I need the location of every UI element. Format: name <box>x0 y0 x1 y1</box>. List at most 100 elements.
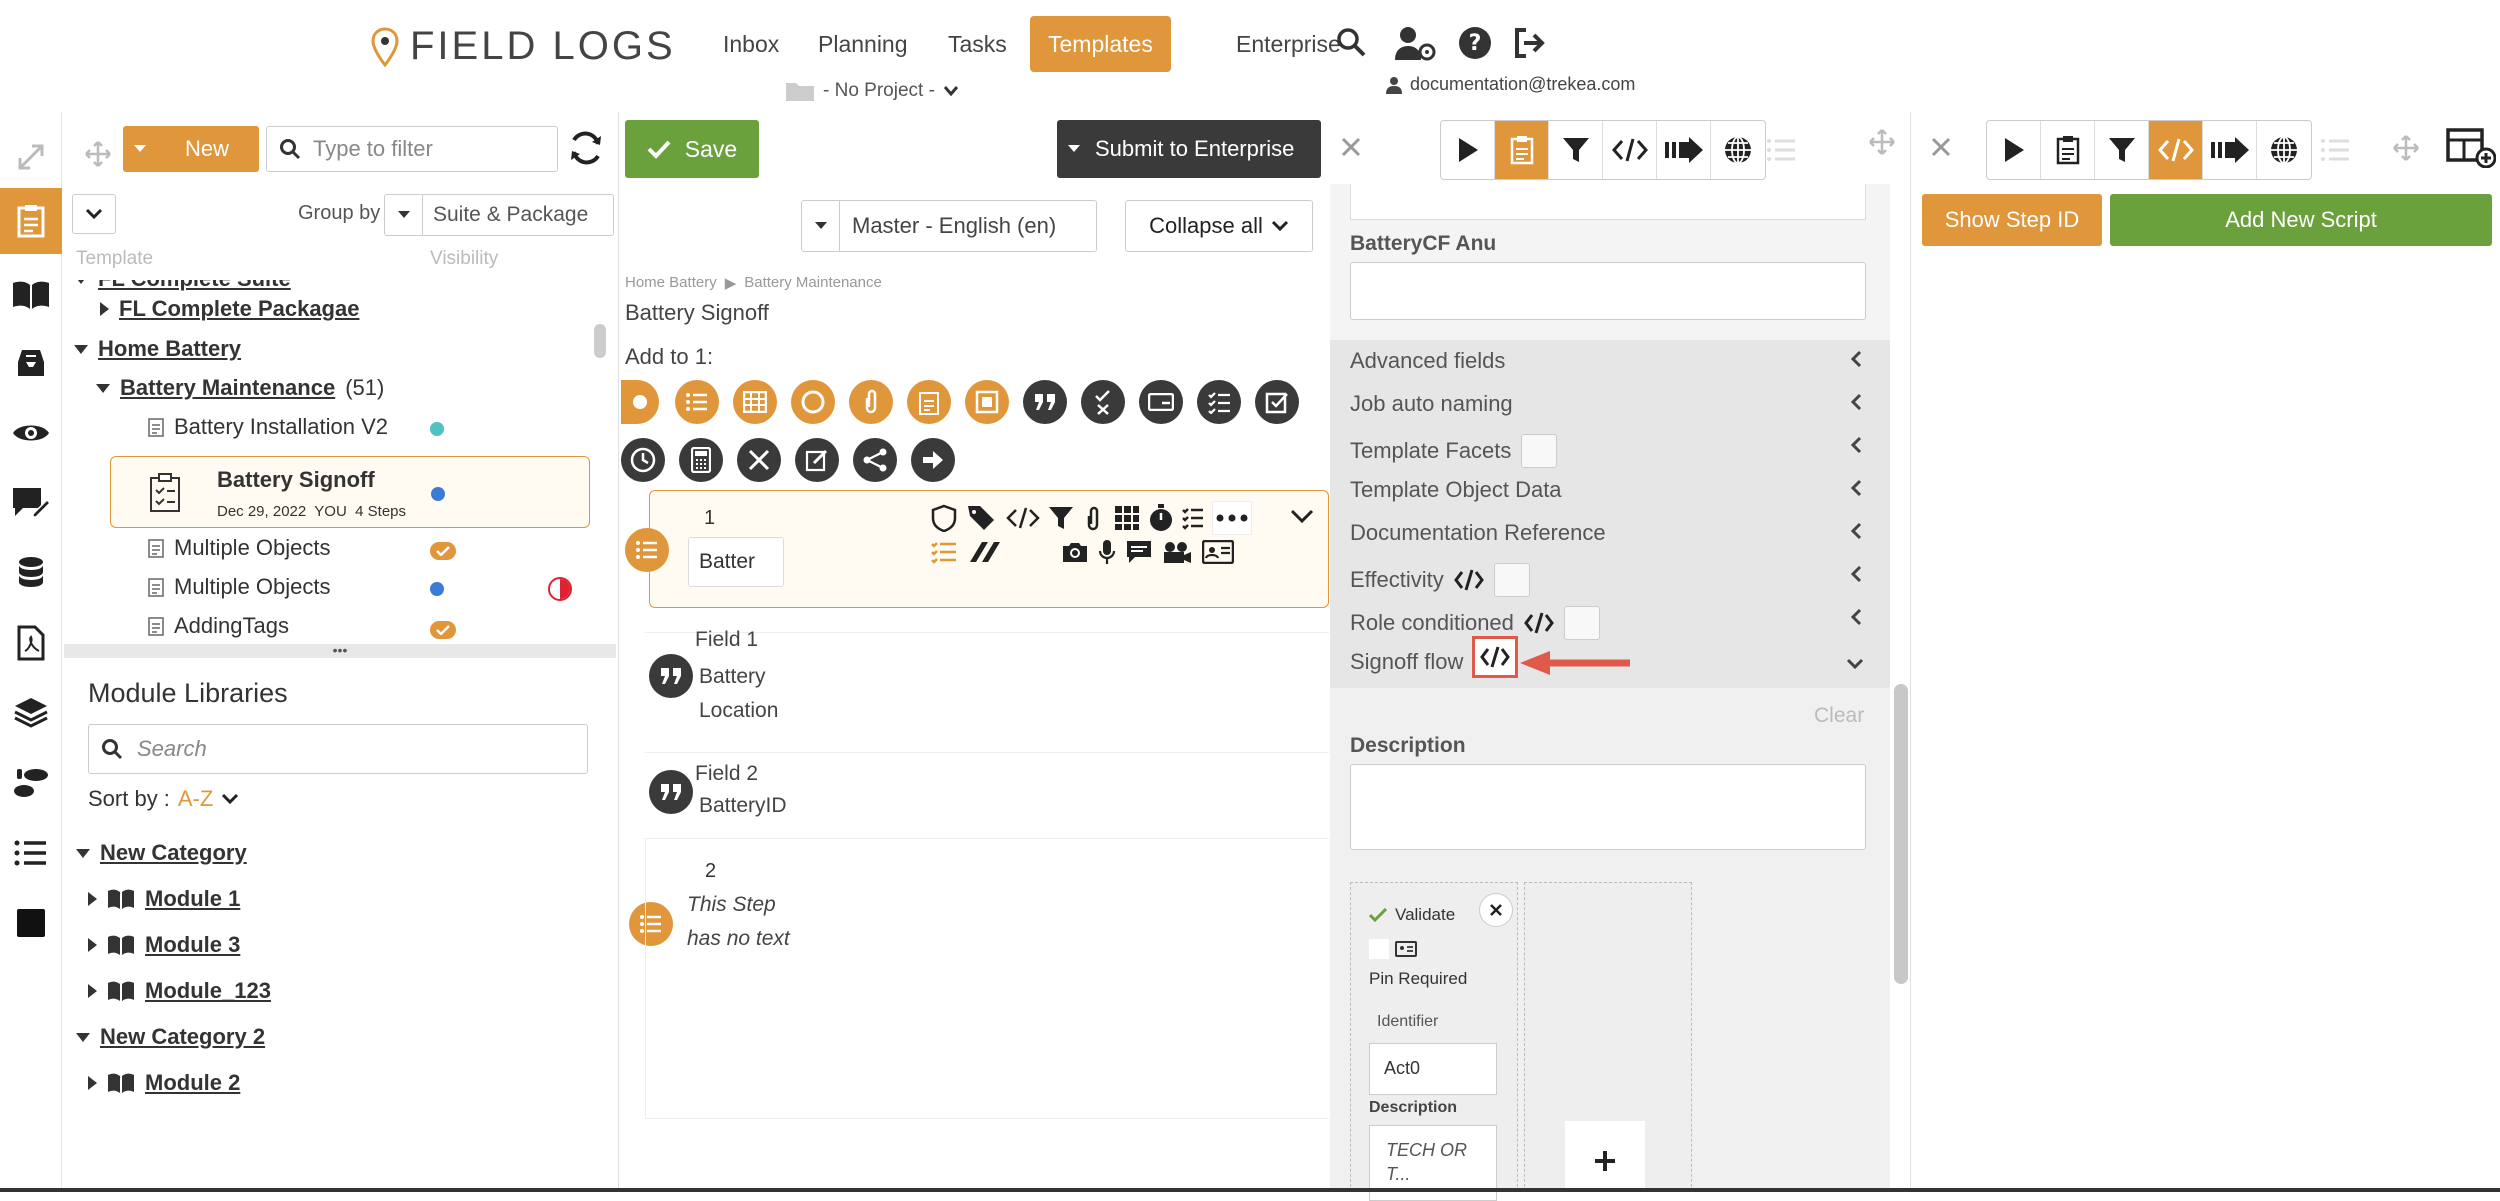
module-search-input[interactable]: Search <box>88 724 588 774</box>
add-calculator-icon[interactable] <box>679 438 723 482</box>
app-logo[interactable]: FIELD LOGS <box>370 24 676 69</box>
tree-row-suite[interactable]: FL Complete Suite <box>74 280 291 292</box>
tree-row-template[interactable]: Battery Installation V2 <box>148 414 388 440</box>
chevron-left-icon[interactable] <box>1850 479 1862 497</box>
tree-row-template[interactable]: Multiple Objects <box>148 574 331 600</box>
filter-icon[interactable] <box>2095 121 2149 179</box>
collapse-all-button[interactable]: Collapse all <box>1125 200 1313 252</box>
inbox-icon[interactable] <box>6 338 56 388</box>
chevron-left-icon[interactable] <box>1850 393 1862 411</box>
tree-row-template[interactable]: Multiple Objects <box>148 535 331 561</box>
add-tools-icon[interactable] <box>737 438 781 482</box>
tree-row-battery-maintenance[interactable]: Battery Maintenance (51) <box>96 375 384 401</box>
add-field-icon[interactable] <box>621 380 659 424</box>
add-card-icon[interactable] <box>1139 380 1183 424</box>
identifier-input[interactable]: Act0 <box>1369 1043 1497 1095</box>
nav-inbox[interactable]: Inbox <box>705 16 797 72</box>
step-text-input[interactable]: Batter <box>688 537 784 587</box>
forward-icon[interactable] <box>1657 121 1711 179</box>
section-template-facets[interactable]: Template Facets <box>1350 434 1558 468</box>
close-icon[interactable] <box>1930 136 1952 158</box>
globe-icon[interactable] <box>2257 121 2311 179</box>
panel-resize-handle[interactable]: ••• <box>64 643 616 658</box>
add-timer-icon[interactable] <box>621 438 665 482</box>
tree-row-home-battery[interactable]: Home Battery <box>74 336 241 362</box>
tree-scrollbar[interactable] <box>594 324 606 358</box>
move-icon[interactable] <box>84 140 112 168</box>
add-table-icon[interactable] <box>733 380 777 424</box>
battery-cf-input[interactable] <box>1350 262 1866 320</box>
tree-row-template[interactable]: AddingTags <box>148 613 289 639</box>
chevron-down-icon[interactable] <box>1846 658 1864 670</box>
add-branch-icon[interactable] <box>853 438 897 482</box>
add-edit-icon[interactable] <box>795 438 839 482</box>
submit-to-enterprise-button[interactable]: Submit to Enterprise <box>1057 120 1321 178</box>
clipboard-icon[interactable] <box>2041 121 2095 179</box>
remove-icon[interactable] <box>1479 893 1513 927</box>
section-signoff-flow[interactable]: Signoff flow <box>1350 649 1463 675</box>
add-attachment-icon[interactable] <box>849 380 893 424</box>
add-new-script-button[interactable]: Add New Script <box>2110 194 2492 246</box>
module-item[interactable]: Module 2 <box>88 1070 240 1096</box>
square-icon[interactable] <box>6 898 56 948</box>
nav-templates[interactable]: Templates <box>1030 16 1171 72</box>
step2-text[interactable]: This Step has no text <box>687 888 797 956</box>
nav-planning[interactable]: Planning <box>800 16 926 72</box>
module-category[interactable]: New Category <box>76 840 247 866</box>
pdf-icon[interactable] <box>6 618 56 668</box>
more-options-icon[interactable] <box>1212 501 1252 535</box>
field2-text[interactable]: BatteryID <box>699 794 787 818</box>
validate-row[interactable]: Validate <box>1369 905 1455 925</box>
step-list-icon[interactable] <box>629 902 673 946</box>
module-item[interactable]: Module 3 <box>88 932 240 958</box>
search-icon[interactable] <box>1335 26 1367 58</box>
chevron-left-icon[interactable] <box>1850 522 1862 540</box>
nav-tasks[interactable]: Tasks <box>930 16 1025 72</box>
tree-row-package[interactable]: FL Complete Packagae <box>100 296 359 322</box>
step-card[interactable]: 1 Batter <box>649 490 1329 608</box>
group-by-select[interactable]: Suite & Package <box>384 194 614 236</box>
add-circle-icon[interactable] <box>791 380 835 424</box>
step-list-icon[interactable] <box>625 528 669 572</box>
user-settings-icon[interactable] <box>1393 24 1437 62</box>
template-filter-input[interactable]: Type to filter <box>266 126 558 172</box>
breadcrumb-item[interactable]: Battery Maintenance <box>744 274 882 292</box>
move-icon[interactable] <box>2392 134 2420 162</box>
clipboard-icon[interactable] <box>1495 121 1549 179</box>
section-template-object-data[interactable]: Template Object Data <box>1350 477 1562 503</box>
chevron-left-icon[interactable] <box>1850 350 1862 368</box>
add-task-list-icon[interactable] <box>1197 380 1241 424</box>
section-advanced-fields[interactable]: Advanced fields <box>1350 348 1505 374</box>
text-input[interactable] <box>1350 184 1866 220</box>
module-item[interactable]: Module_123 <box>88 978 271 1004</box>
add-arrow-icon[interactable] <box>911 438 955 482</box>
module-item[interactable]: Module 1 <box>88 886 240 912</box>
language-select[interactable]: Master - English (en) <box>801 200 1097 252</box>
add-panel-icon[interactable] <box>2446 128 2496 168</box>
templates-icon[interactable] <box>0 188 62 254</box>
code-icon[interactable] <box>2149 121 2203 179</box>
chevron-left-icon[interactable] <box>1850 565 1862 583</box>
section-documentation-reference[interactable]: Documentation Reference <box>1350 520 1606 546</box>
forward-icon[interactable] <box>2203 121 2257 179</box>
section-job-auto-naming[interactable]: Job auto naming <box>1350 391 1513 417</box>
filter-icon[interactable] <box>1549 121 1603 179</box>
pin-required-row[interactable]: Pin Required <box>1369 939 1489 993</box>
book-icon[interactable] <box>6 270 56 320</box>
help-icon[interactable]: ? <box>1458 26 1492 60</box>
props-scrollbar[interactable] <box>1894 684 1908 984</box>
comment-edit-icon[interactable] <box>6 478 56 528</box>
collapse-toggle-button[interactable] <box>72 194 116 234</box>
shoe-prints-icon[interactable] <box>6 758 56 808</box>
add-quote-icon[interactable] <box>1023 380 1067 424</box>
chevron-down-icon[interactable] <box>1290 509 1314 525</box>
show-step-id-button[interactable]: Show Step ID <box>1922 194 2102 246</box>
add-media-icon[interactable] <box>965 380 1009 424</box>
save-button[interactable]: Save <box>625 120 759 178</box>
selected-template-card[interactable]: Battery Signoff Dec 29, 2022 YOU 4 Steps <box>110 456 590 528</box>
globe-icon[interactable] <box>1711 121 1765 179</box>
add-checklist-icon[interactable] <box>907 380 951 424</box>
expand-icon[interactable] <box>6 132 56 182</box>
eye-icon[interactable] <box>6 408 56 458</box>
chevron-left-icon[interactable] <box>1850 608 1862 626</box>
